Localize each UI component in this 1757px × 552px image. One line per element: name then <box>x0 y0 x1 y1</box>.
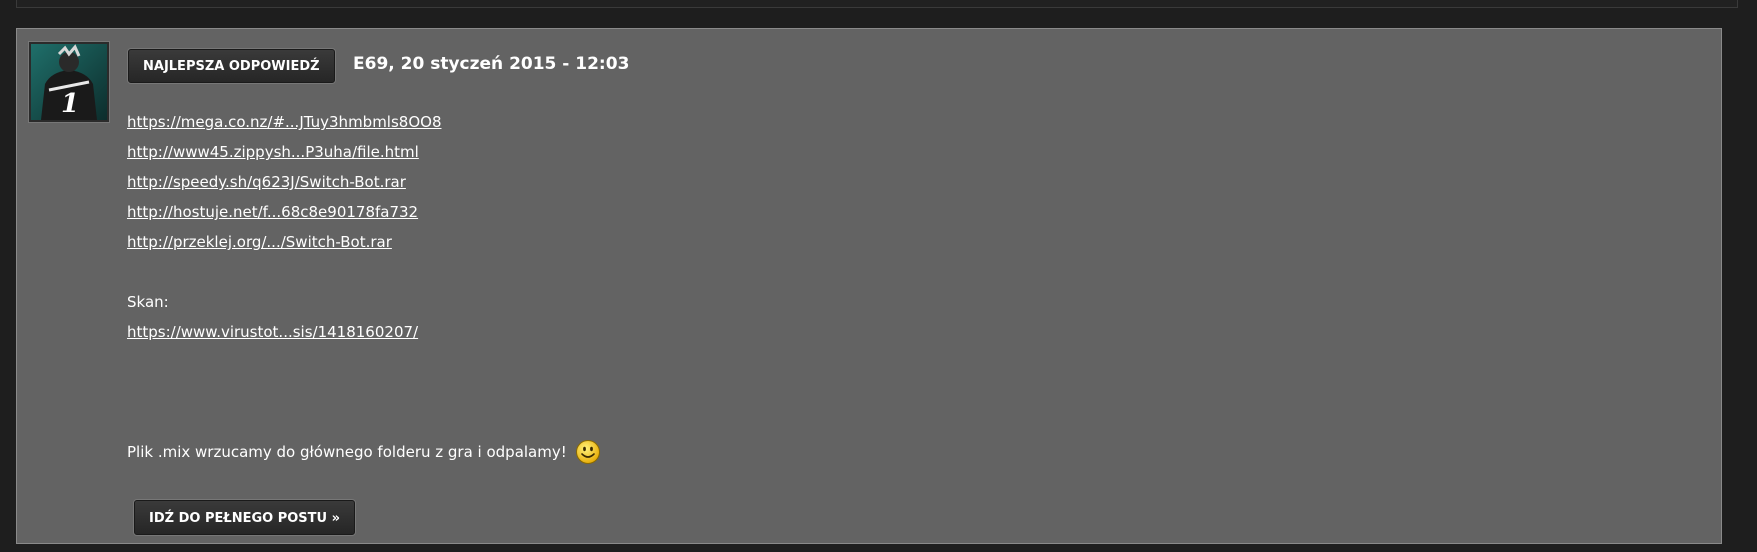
go-to-full-post-button[interactable]: IDŹ DO PEŁNEGO POSTU » <box>134 500 356 535</box>
avatar[interactable]: 1 <box>29 42 109 122</box>
svg-text:1: 1 <box>61 89 79 119</box>
previous-post-edge <box>16 0 1738 8</box>
best-answer-badge: NAJLEPSZA ODPOWIEDŹ <box>128 49 335 83</box>
page: 1 NAJLEPSZA ODPOWIEDŹ E69, 20 styczeń 20… <box>0 0 1757 552</box>
post-card: 1 NAJLEPSZA ODPOWIEDŹ E69, 20 styczeń 20… <box>16 28 1722 544</box>
closing-text: Plik .mix wrzucamy do głównego folderu z… <box>127 443 567 461</box>
virustotal-scan-link[interactable]: https://www.virustot...sis/1418160207/ <box>127 317 418 347</box>
avatar-image: 1 <box>31 44 107 120</box>
smiley-icon <box>575 439 601 465</box>
download-link-zippyshare[interactable]: http://www45.zippysh...P3uha/file.html <box>127 137 419 167</box>
download-link-speedy[interactable]: http://speedy.sh/q623J/Switch-Bot.rar <box>127 167 406 197</box>
download-link-mega[interactable]: https://mega.co.nz/#...JTuy3hmbmls8OO8 <box>127 107 442 137</box>
download-link-hostuje[interactable]: http://hostuje.net/f...68c8e90178fa732 <box>127 197 418 227</box>
scan-label: Skan: <box>127 293 169 311</box>
post-body: https://mega.co.nz/#...JTuy3hmbmls8OO8 h… <box>127 107 1627 467</box>
closing-line: Plik .mix wrzucamy do głównego folderu z… <box>127 437 1627 467</box>
post-author-date: E69, 20 styczeń 2015 - 12:03 <box>353 54 630 74</box>
download-link-przeklej[interactable]: http://przeklej.org/.../Switch-Bot.rar <box>127 227 392 257</box>
